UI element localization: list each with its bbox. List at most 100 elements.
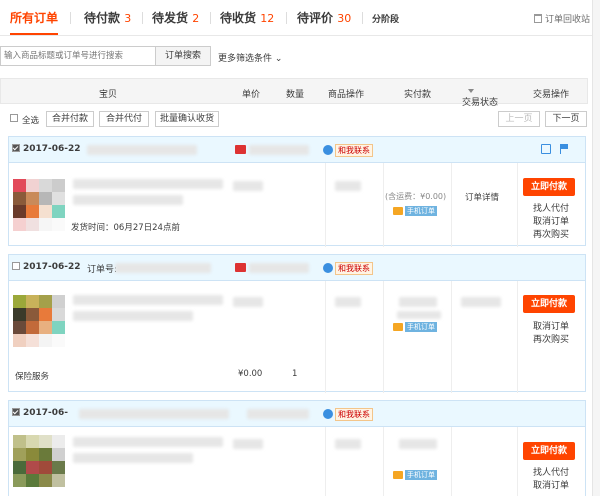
order-header: 2017-06-22 订单号: 和我联系 — [9, 255, 585, 281]
ship-deadline-note: 发货时间：06月27日24点前 — [71, 223, 180, 233]
flag-icon[interactable] — [560, 144, 569, 154]
order-tabs: 所有订单 待付款 3 待发货 2 待收货 12 待评价 30 分阶段 订单回收站 — [0, 0, 600, 36]
recycle-bin-link[interactable]: 订单回收站 — [533, 12, 590, 25]
tab-label: 待评价 — [297, 11, 334, 25]
contact-seller-button[interactable]: 和我联系 — [335, 408, 373, 421]
blurred-freight — [397, 311, 441, 319]
blurred-paid-amount — [399, 439, 437, 449]
chat-icon — [323, 409, 333, 419]
blurred-paid-amount — [399, 297, 437, 307]
order-date: 2017-06- — [23, 408, 69, 418]
tab-divider — [70, 12, 71, 24]
blurred-shop-name[interactable] — [247, 409, 309, 419]
buy-again-link[interactable]: 再次购买 — [533, 332, 569, 345]
shop-icon — [235, 145, 246, 154]
divider — [383, 281, 384, 393]
more-filters-link[interactable]: 更多筛选条件 ⌄ — [218, 51, 282, 64]
divider — [383, 427, 384, 496]
merge-proxy-pay-button[interactable]: 合并代付 — [99, 111, 149, 127]
search-input[interactable] — [0, 46, 156, 66]
order-card: 2017-06- 和我联系 手机订单 立即付款 找人代付 取消订单 — [8, 400, 586, 496]
blurred-shop-name[interactable] — [249, 263, 309, 273]
order-checkbox[interactable] — [12, 262, 20, 270]
tab-pending-review[interactable]: 待评价 30 — [297, 9, 351, 26]
tab-divider — [286, 12, 287, 24]
tab-staged[interactable]: 分阶段 — [372, 12, 399, 25]
blurred-product-title[interactable] — [73, 437, 223, 447]
buy-again-link[interactable]: 再次购买 — [533, 227, 569, 240]
insurance-service-label[interactable]: 保险服务 — [15, 370, 49, 382]
merge-pay-button[interactable]: 合并付款 — [46, 111, 94, 127]
tab-label: 待收货 — [220, 11, 257, 25]
divider — [451, 163, 452, 247]
column-header: 宝贝 单价 数量 商品操作 实付款 交易状态 交易操作 — [0, 78, 588, 108]
mobile-order-tag: 手机订单 — [405, 322, 437, 332]
service-price: ¥0.00 — [238, 369, 263, 379]
batch-confirm-receipt-button[interactable]: 批量确认收货 — [155, 111, 219, 127]
blurred-product-title[interactable] — [73, 295, 223, 305]
tab-label: 待付款 — [84, 11, 121, 25]
blurred-order-number — [115, 263, 211, 273]
blurred-shop-name[interactable] — [249, 145, 309, 155]
blurred-product-sku — [73, 311, 193, 321]
contact-seller-button[interactable]: 和我联系 — [335, 262, 373, 275]
chat-icon — [323, 145, 333, 155]
mobile-order-tag: 手机订单 — [405, 470, 437, 480]
order-card: 2017-06-22 订单号: 和我联系 保险服务 ¥0.00 1 手机订单 立… — [8, 254, 586, 393]
order-checkbox[interactable] — [12, 144, 20, 152]
divider — [517, 281, 518, 393]
tab-label: 分阶段 — [372, 15, 400, 25]
divider — [517, 427, 518, 496]
product-thumbnail[interactable] — [13, 295, 65, 347]
tab-pending-shipment[interactable]: 待发货 2 — [152, 9, 199, 26]
shop-icon — [235, 263, 246, 272]
tab-count: 3 — [124, 12, 132, 25]
blurred-item-ops — [335, 181, 361, 191]
product-thumbnail[interactable] — [13, 179, 65, 231]
order-detail-link[interactable]: 订单详情 — [465, 191, 499, 203]
mobile-order-tag: 手机订单 — [405, 206, 437, 216]
pay-now-button[interactable]: 立即付款 — [523, 178, 575, 196]
next-page-button[interactable]: 下一页 — [545, 111, 587, 127]
contact-seller-button[interactable]: 和我联系 — [335, 144, 373, 157]
tab-all-orders[interactable]: 所有订单 — [10, 9, 59, 35]
share-icon[interactable] — [541, 144, 551, 154]
ask-friend-pay-link[interactable]: 找人代付 — [533, 465, 569, 478]
col-status-label: 交易状态 — [462, 98, 499, 108]
select-all-checkbox[interactable] — [10, 114, 18, 122]
ask-friend-pay-link[interactable]: 找人代付 — [533, 201, 569, 214]
prev-page-button[interactable]: 上一页 — [498, 111, 540, 127]
divider — [451, 281, 452, 393]
divider — [325, 427, 326, 496]
blurred-item-ops — [335, 439, 361, 449]
blurred-unit-price — [233, 181, 263, 191]
cancel-order-link[interactable]: 取消订单 — [533, 214, 569, 227]
tab-label: 所有订单 — [10, 11, 59, 25]
product-thumbnail[interactable] — [13, 435, 65, 487]
tab-label: 待发货 — [152, 11, 189, 25]
pay-now-button[interactable]: 立即付款 — [523, 295, 575, 313]
blurred-item-ops — [335, 297, 361, 307]
divider — [517, 163, 518, 247]
page-scrollbar[interactable] — [592, 0, 600, 496]
col-quantity: 数量 — [286, 90, 305, 100]
order-checkbox[interactable] — [12, 408, 20, 416]
blurred-product-sku — [73, 453, 193, 463]
col-price: 单价 — [242, 90, 261, 100]
divider — [451, 427, 452, 496]
cancel-order-link[interactable]: 取消订单 — [533, 478, 569, 491]
order-header: 2017-06- 和我联系 — [9, 401, 585, 427]
blurred-unit-price — [233, 297, 263, 307]
blurred-product-title[interactable] — [73, 179, 223, 189]
blurred-order-number — [87, 145, 197, 155]
tab-divider — [142, 12, 143, 24]
tab-pending-receipt[interactable]: 待收货 12 — [220, 9, 274, 26]
mobile-order-icon — [393, 207, 403, 215]
cancel-order-link[interactable]: 取消订单 — [533, 319, 569, 332]
tab-pending-payment[interactable]: 待付款 3 — [84, 9, 131, 26]
tab-divider — [362, 12, 363, 24]
order-search-button[interactable]: 订单搜索 — [155, 46, 211, 66]
col-status[interactable]: 交易状态 — [462, 87, 498, 108]
tab-count: 2 — [192, 12, 200, 25]
pay-now-button[interactable]: 立即付款 — [523, 442, 575, 460]
